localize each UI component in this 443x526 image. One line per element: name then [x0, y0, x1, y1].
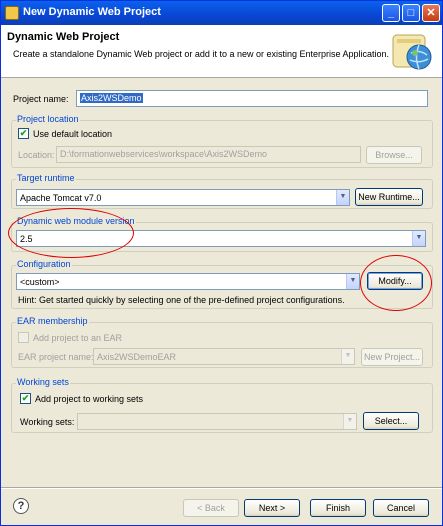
help-icon[interactable]: ? — [13, 498, 29, 514]
add-to-ear-checkbox[interactable] — [18, 332, 29, 343]
wizard-description: Create a standalone Dynamic Web project … — [13, 49, 390, 59]
add-to-working-sets-checkbox[interactable]: ✔ — [20, 393, 31, 404]
wizard-header: Dynamic Web Project Create a standalone … — [1, 25, 442, 78]
finish-button[interactable]: Finish — [310, 499, 366, 517]
project-name-value: Axis2WSDemo — [80, 93, 143, 103]
new-runtime-button[interactable]: New Runtime... — [355, 188, 423, 206]
title-bar: New Dynamic Web Project _ □ ✕ — [1, 1, 442, 25]
target-runtime-title: Target runtime — [16, 173, 76, 183]
working-sets-title: Working sets — [16, 377, 70, 387]
working-sets-label: Working sets: — [20, 417, 75, 427]
modify-button[interactable]: Modify... — [367, 272, 423, 290]
ear-project-name-value: Axis2WSDemoEAR — [97, 352, 177, 362]
chevron-down-icon: ▼ — [412, 231, 425, 246]
browse-button[interactable]: Browse... — [366, 146, 422, 164]
configuration-title: Configuration — [16, 259, 72, 269]
window-title: New Dynamic Web Project — [23, 6, 161, 18]
select-working-sets-button[interactable]: Select... — [363, 412, 419, 430]
ear-project-name-dropdown[interactable]: Axis2WSDemoEAR ▼ — [93, 348, 355, 365]
minimize-button[interactable]: _ — [382, 4, 400, 22]
use-default-location-checkbox[interactable]: ✔ — [18, 128, 29, 139]
web-project-banner-icon — [392, 34, 432, 70]
target-runtime-value: Apache Tomcat v7.0 — [20, 193, 102, 203]
close-button[interactable]: ✕ — [422, 4, 440, 22]
add-to-working-sets-label: Add project to working sets — [35, 394, 144, 404]
next-button[interactable]: Next > — [244, 499, 300, 517]
wizard-title: Dynamic Web Project — [7, 31, 120, 43]
cancel-button[interactable]: Cancel — [373, 499, 429, 517]
dialog-window: New Dynamic Web Project _ □ ✕ Dynamic We… — [0, 0, 443, 526]
location-label: Location: — [18, 150, 55, 160]
add-to-ear-label: Add project to an EAR — [33, 333, 123, 343]
use-default-location-label: Use default location — [33, 129, 113, 139]
module-version-title: Dynamic web module version — [16, 216, 136, 226]
target-runtime-dropdown[interactable]: Apache Tomcat v7.0 ▼ — [16, 189, 350, 206]
location-input[interactable]: D:\formationwebservices\workspace\Axis2W… — [56, 146, 361, 163]
project-name-label: Project name: — [13, 94, 69, 104]
footer-separator — [1, 487, 442, 489]
working-sets-dropdown[interactable]: ▼ — [77, 413, 357, 430]
project-name-input[interactable]: Axis2WSDemo — [76, 90, 428, 107]
new-ear-project-button[interactable]: New Project... — [361, 348, 423, 366]
module-version-value: 2.5 — [20, 234, 33, 244]
maximize-button[interactable]: □ — [402, 4, 420, 22]
app-icon — [5, 6, 19, 20]
ear-project-name-label: EAR project name: — [18, 352, 94, 362]
module-version-dropdown[interactable]: 2.5 ▼ — [16, 230, 426, 247]
chevron-down-icon: ▼ — [346, 274, 359, 289]
configuration-hint: Hint: Get started quickly by selecting o… — [18, 295, 345, 305]
project-location-title: Project location — [16, 114, 80, 124]
chevron-down-icon: ▼ — [341, 349, 354, 364]
chevron-down-icon: ▼ — [336, 190, 349, 205]
configuration-value: <custom> — [20, 277, 60, 287]
back-button[interactable]: < Back — [183, 499, 239, 517]
ear-membership-title: EAR membership — [16, 316, 89, 326]
configuration-dropdown[interactable]: <custom> ▼ — [16, 273, 360, 290]
chevron-down-icon: ▼ — [343, 414, 356, 429]
